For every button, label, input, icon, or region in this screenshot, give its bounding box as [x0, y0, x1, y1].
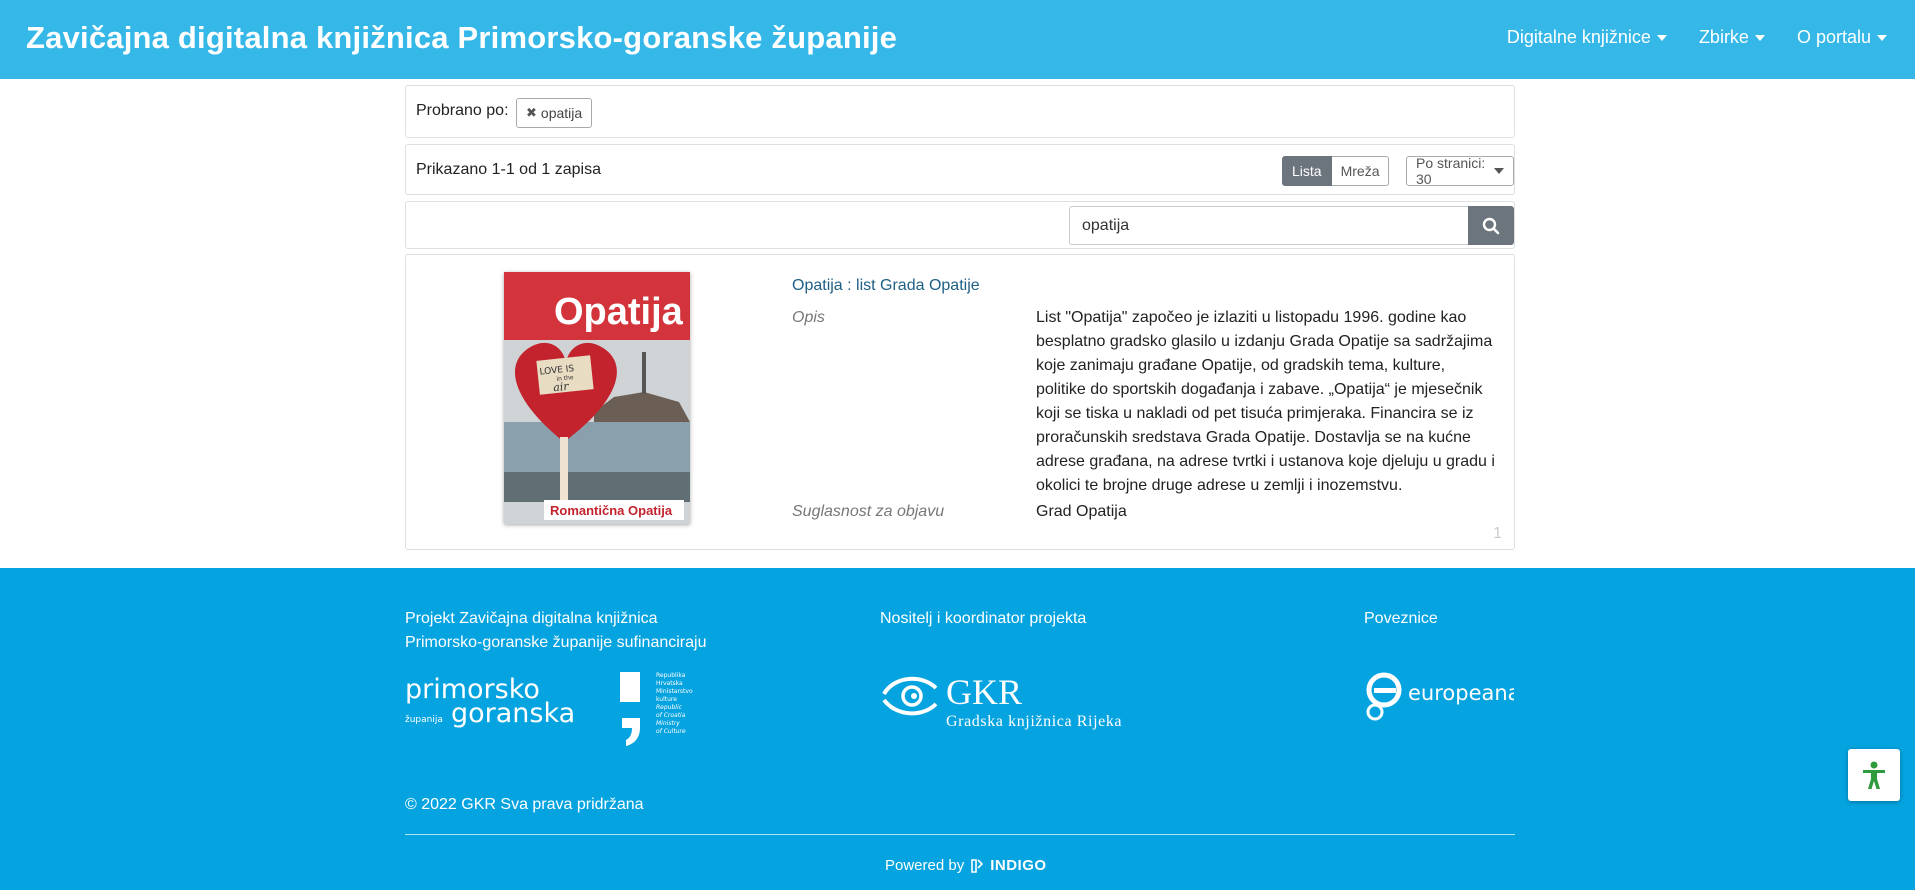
desc-line: koji se tiska u nakladi od pet tisuća pr… — [1036, 405, 1474, 422]
footer-funding-line: Primorsko-goranske županije sufinanciraj… — [405, 634, 707, 651]
mk-logo-text: Republika — [656, 672, 686, 679]
mk-logo-text: of Croatia — [656, 712, 686, 719]
powered-by-label: Powered by — [885, 857, 965, 874]
result-title-link[interactable]: Opatija : list Grada Opatije — [792, 277, 980, 295]
nav-label: Zbirke — [1698, 27, 1749, 47]
view-list-button[interactable]: Lista — [1282, 156, 1332, 186]
caret-down-icon — [1754, 34, 1765, 41]
caret-down-icon — [1494, 168, 1504, 174]
result-item: LOVE IS in the air Opatija Romantična Op… — [405, 254, 1515, 550]
desc-line: List "Opatija" započeo je izlaziti u lis… — [1036, 309, 1467, 326]
result-index: 1 — [1493, 525, 1502, 542]
remove-icon[interactable]: ✖ — [526, 105, 537, 121]
accessibility-button[interactable] — [1848, 749, 1900, 801]
desc-line: proračunskih sredstava Grada Opatije. Do… — [1036, 429, 1471, 446]
filter-chip-opatija[interactable]: ✖ opatija — [516, 98, 593, 128]
nav-label: Digitalne knjižnice — [1506, 27, 1651, 47]
top-navbar: Zavičajna digitalna knjižnica Primorsko-… — [0, 0, 1915, 79]
europeana-logo[interactable]: europeana — [1364, 670, 1514, 724]
cover-masthead: Opatija — [554, 291, 684, 333]
view-toggle: Lista Mreža — [1282, 156, 1390, 186]
desc-line: adrese građana, na adrese tvrtki i ustan… — [1036, 453, 1495, 470]
powered-by-brand: INDIGO — [990, 857, 1047, 874]
cover-footer-text: Romantična Opatija — [550, 503, 673, 518]
per-page-label: Po stranici: 30 — [1416, 155, 1486, 187]
europeana-logo-text: europeana — [1408, 681, 1514, 705]
caret-down-icon — [1877, 34, 1887, 41]
field-label-opis: Opis — [792, 309, 825, 326]
pgz-logo-small: županija — [405, 715, 443, 725]
desc-line: okolici te brojne druge adrese u zemlji … — [1036, 477, 1403, 494]
desc-line: politike do sportskih događanja i zabave… — [1036, 381, 1483, 398]
mk-logo-text: of Culture — [656, 728, 686, 735]
footer-funding-line: Projekt Zavičajna digitalna knjižnica — [405, 610, 658, 627]
mk-logo-text: Republic — [656, 704, 683, 711]
results-toolbar: Prikazano 1-1 od 1 zapisa Lista Mreža Po… — [405, 144, 1515, 195]
field-value-opis: List "Opatija" započeo je izlaziti u lis… — [1036, 306, 1501, 498]
search-button[interactable] — [1468, 206, 1514, 245]
active-filters-panel: Probrano po: ✖ opatija — [405, 85, 1515, 138]
desc-line: besplatno gradsko glasilo u izdanju Grad… — [1036, 333, 1493, 350]
footer-links-heading: Poveznice — [1364, 610, 1438, 627]
desc-line: koje zanimaju građane Opatije, od gradsk… — [1036, 357, 1446, 374]
search-panel — [405, 201, 1515, 249]
nav-digitalne-knjiznice[interactable]: Digitalne knjižnice — [1507, 27, 1667, 48]
cover-image: LOVE IS in the air Opatija Romantična Op… — [504, 272, 690, 524]
nav-zbirke[interactable]: Zbirke — [1699, 27, 1765, 48]
copyright-text: © 2022 GKR Sva prava pridržana — [405, 796, 644, 813]
powered-by[interactable]: Powered by INDIGO — [885, 857, 1047, 874]
pgz-logo-line2: goranska — [451, 698, 575, 729]
mk-logo-text: kulture — [656, 696, 677, 703]
site-footer: Projekt Zavičajna digitalna knjižnica Pr… — [0, 568, 1915, 890]
site-title[interactable]: Zavičajna digitalna knjižnica Primorsko-… — [26, 20, 897, 56]
search-input[interactable] — [1069, 206, 1468, 245]
per-page-dropdown[interactable]: Po stranici: 30 — [1406, 155, 1514, 187]
mk-logo-text: Ministry — [656, 720, 680, 727]
nav-label: O portalu — [1796, 27, 1871, 47]
footer-divider — [405, 834, 1515, 835]
filter-chip-label: opatija — [540, 105, 583, 121]
gkr-logo-main: GKR — [946, 672, 1022, 712]
results-count: Prikazano 1-1 od 1 zapisa — [416, 161, 601, 178]
gkr-logo-sub: Gradska knjižnica Rijeka — [946, 713, 1122, 730]
footer-coordinator-heading: Nositelj i koordinator projekta — [880, 610, 1087, 627]
nav-o-portalu[interactable]: O portalu — [1797, 27, 1887, 48]
view-grid-button[interactable]: Mreža — [1331, 156, 1390, 186]
caret-down-icon — [1656, 34, 1667, 41]
main-nav: Digitalne knjižnice Zbirke O portalu — [1507, 27, 1887, 48]
ministry-culture-logo[interactable]: Republika Hrvatska Ministarstvo kulture … — [618, 670, 698, 746]
mk-logo-text: Hrvatska — [656, 680, 683, 687]
cover-thumbnail[interactable]: LOVE IS in the air Opatija Romantična Op… — [504, 272, 690, 524]
field-label-suglasnost: Suglasnost za objavu — [792, 503, 945, 520]
indigo-logo-icon — [971, 858, 984, 873]
filters-label: Probrano po: — [416, 102, 509, 119]
accessibility-icon — [1863, 761, 1885, 789]
search-icon — [1482, 217, 1500, 234]
gkr-logo[interactable]: GKR Gradska knjižnica Rijeka — [880, 670, 1145, 734]
cover-note-line3: air — [553, 380, 570, 395]
field-value-suglasnost: Grad Opatija — [1036, 503, 1127, 520]
pgz-logo[interactable]: primorsko županija goranska — [405, 676, 585, 736]
mk-logo-text: Ministarstvo — [656, 688, 693, 695]
footer-funding-heading: Projekt Zavičajna digitalna knjižnica Pr… — [405, 607, 706, 655]
